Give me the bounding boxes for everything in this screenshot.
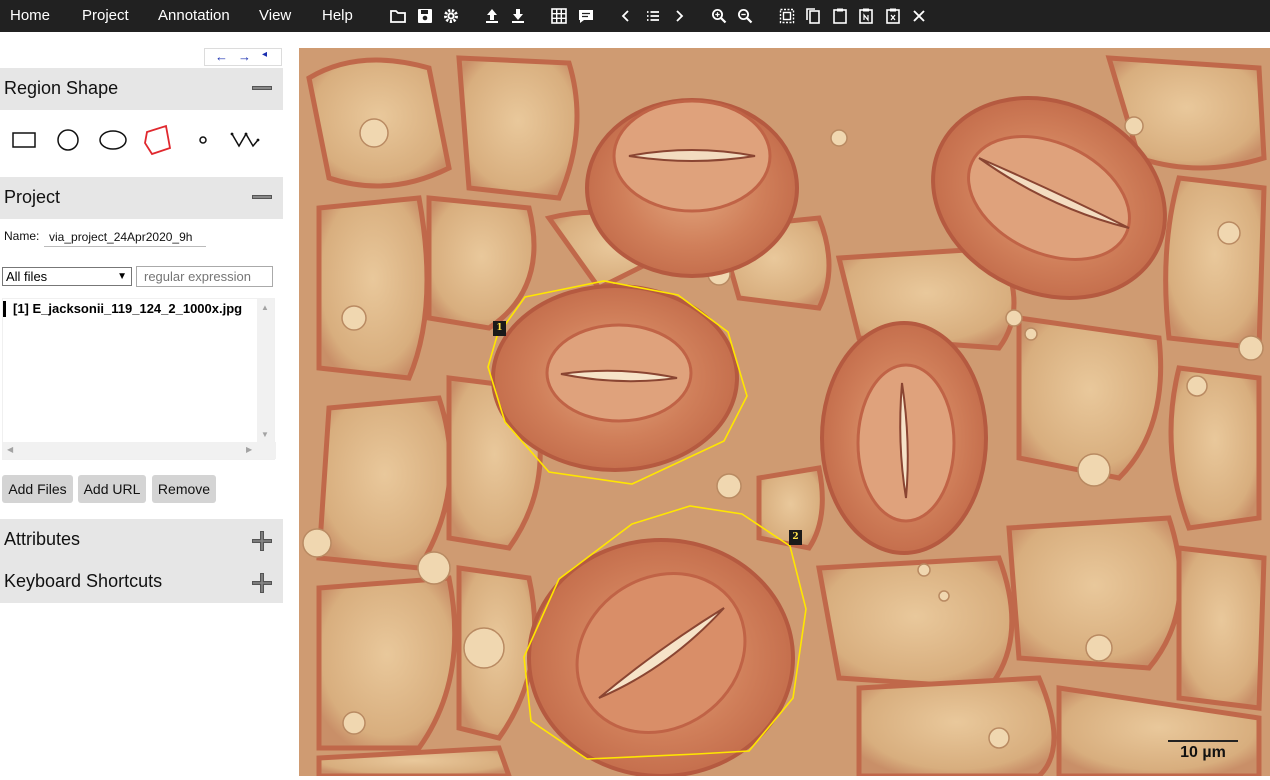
menu-project[interactable]: Project xyxy=(82,0,129,32)
image-canvas[interactable]: 1 2 10 µm xyxy=(299,48,1270,776)
folder-open-icon[interactable] xyxy=(387,5,409,27)
vertical-scrollbar[interactable]: ▲ ▼ xyxy=(257,299,274,443)
collapse-icon[interactable] xyxy=(251,77,273,99)
micrograph-image xyxy=(299,48,1270,776)
project-title: Project xyxy=(4,187,61,207)
point-shape-icon[interactable] xyxy=(183,124,223,156)
region-label[interactable]: 1 xyxy=(493,321,506,336)
collapse-icon[interactable] xyxy=(251,186,273,208)
scroll-left-icon[interactable]: ◀ xyxy=(7,445,13,454)
save-icon[interactable] xyxy=(414,5,436,27)
region-label[interactable]: 2 xyxy=(789,530,802,545)
file-filter-select[interactable]: All files ▼ xyxy=(2,267,132,286)
add-files-button[interactable]: Add Files xyxy=(2,475,73,503)
project-name-input[interactable] xyxy=(44,228,206,247)
regex-filter-input[interactable] xyxy=(136,266,273,287)
paste-x-icon[interactable] xyxy=(882,5,904,27)
polygon-shape-icon[interactable] xyxy=(138,124,178,156)
polyline-shape-icon[interactable] xyxy=(225,124,265,156)
dropdown-arrow-icon: ▼ xyxy=(117,271,127,282)
zoom-in-icon[interactable] xyxy=(708,5,730,27)
copy-icon[interactable] xyxy=(802,5,824,27)
project-name-label: Name: xyxy=(4,229,40,243)
panel-nav-arrows: ← → ◂ xyxy=(204,48,282,66)
add-url-button[interactable]: Add URL xyxy=(78,475,146,503)
attributes-title: Attributes xyxy=(4,529,81,549)
list-icon[interactable] xyxy=(642,5,664,27)
attributes-header[interactable]: Attributes xyxy=(0,519,283,561)
circle-shape-icon[interactable] xyxy=(48,124,88,156)
select-all-icon[interactable] xyxy=(776,5,798,27)
file-filter-value: All files xyxy=(6,269,48,284)
zoom-out-icon[interactable] xyxy=(734,5,756,27)
expand-icon[interactable] xyxy=(251,572,273,594)
scale-bar-label: 10 µm xyxy=(1180,744,1226,761)
region-shape-title: Region Shape xyxy=(4,78,119,98)
file-list: [1] E_jacksonii_119_124_2_1000x.jpg ▲ ▼ … xyxy=(2,298,276,460)
previous-icon[interactable] xyxy=(615,5,637,27)
scroll-down-icon[interactable]: ▼ xyxy=(261,430,269,439)
top-menu-bar: Home Project Annotation View Help xyxy=(0,0,1270,32)
keyboard-shortcuts-header[interactable]: Keyboard Shortcuts xyxy=(0,561,283,603)
settings-gear-icon[interactable] xyxy=(440,5,462,27)
panel-collapse-arrow[interactable]: ◂ xyxy=(262,49,267,60)
menu-view[interactable]: View xyxy=(259,0,291,32)
grid-view-icon[interactable] xyxy=(548,5,570,27)
comment-icon[interactable] xyxy=(575,5,597,27)
menu-home[interactable]: Home xyxy=(10,0,50,32)
upload-icon[interactable] xyxy=(481,5,503,27)
menu-annotation[interactable]: Annotation xyxy=(158,0,230,32)
ellipse-shape-icon[interactable] xyxy=(93,124,133,156)
project-header[interactable]: Project xyxy=(0,177,283,219)
file-list-item[interactable]: [1] E_jacksonii_119_124_2_1000x.jpg xyxy=(3,301,242,317)
download-icon[interactable] xyxy=(507,5,529,27)
panel-prev-arrow[interactable]: ← xyxy=(215,49,228,64)
horizontal-scrollbar[interactable]: ◀ ▶ xyxy=(3,442,276,459)
region-shape-header[interactable]: Region Shape xyxy=(0,68,283,110)
menu-help[interactable]: Help xyxy=(322,0,353,32)
keyboard-shortcuts-title: Keyboard Shortcuts xyxy=(4,571,163,591)
rectangle-shape-icon[interactable] xyxy=(4,124,44,156)
expand-icon[interactable] xyxy=(251,530,273,552)
scale-bar: 10 µm xyxy=(1168,739,1238,767)
region-shape-selector xyxy=(0,110,283,172)
close-icon[interactable] xyxy=(908,5,930,27)
next-icon[interactable] xyxy=(668,5,690,27)
scroll-right-icon[interactable]: ▶ xyxy=(246,445,252,454)
scroll-up-icon[interactable]: ▲ xyxy=(261,303,269,312)
remove-button[interactable]: Remove xyxy=(152,475,216,503)
paste-n-icon[interactable] xyxy=(855,5,877,27)
panel-next-arrow[interactable]: → xyxy=(238,49,251,64)
paste-icon[interactable] xyxy=(829,5,851,27)
